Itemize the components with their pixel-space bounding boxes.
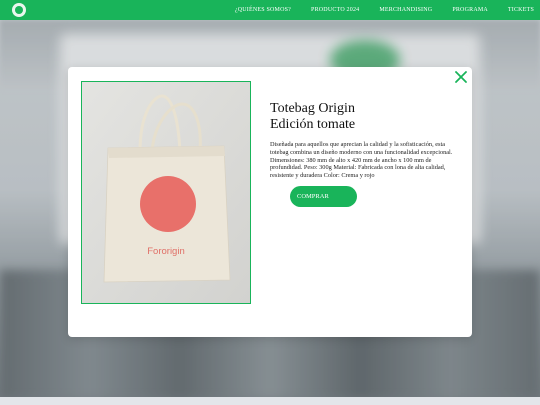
buy-button[interactable]: COMPRAR (290, 186, 357, 207)
nav-item-tickets[interactable]: TICKETS (508, 7, 534, 13)
nav-item-programa[interactable]: PROGRAMA (452, 7, 488, 13)
product-image: Fororigin (81, 81, 251, 304)
nav-item-merchandising[interactable]: MERCHANDISING (379, 7, 432, 13)
close-icon[interactable] (454, 70, 468, 84)
product-info: Totebag Origin Edición tomate Diseñada p… (270, 101, 454, 180)
main-nav: ¿QUIÉNES SOMOS? PRODUCTO 2024 MERCHANDIS… (215, 0, 534, 20)
logo-icon[interactable] (12, 3, 26, 17)
nav-item-producto-2024[interactable]: PRODUCTO 2024 (311, 7, 359, 13)
product-description: Diseñada para aquellos que aprecian la c… (270, 141, 453, 180)
top-navbar: ¿QUIÉNES SOMOS? PRODUCTO 2024 MERCHANDIS… (0, 0, 540, 20)
product-modal: Fororigin Totebag Origin Edición tomate … (68, 67, 472, 337)
page-footer-strip (0, 397, 540, 405)
nav-item-quienes-somos[interactable]: ¿QUIÉNES SOMOS? (235, 7, 291, 13)
product-title-line2: Edición tomate (270, 117, 356, 132)
product-title: Totebag Origin Edición tomate (270, 101, 454, 133)
tomato-circle (140, 176, 196, 232)
product-title-line1: Totebag Origin (270, 101, 355, 116)
bag-print-text: Fororigin (147, 246, 185, 257)
